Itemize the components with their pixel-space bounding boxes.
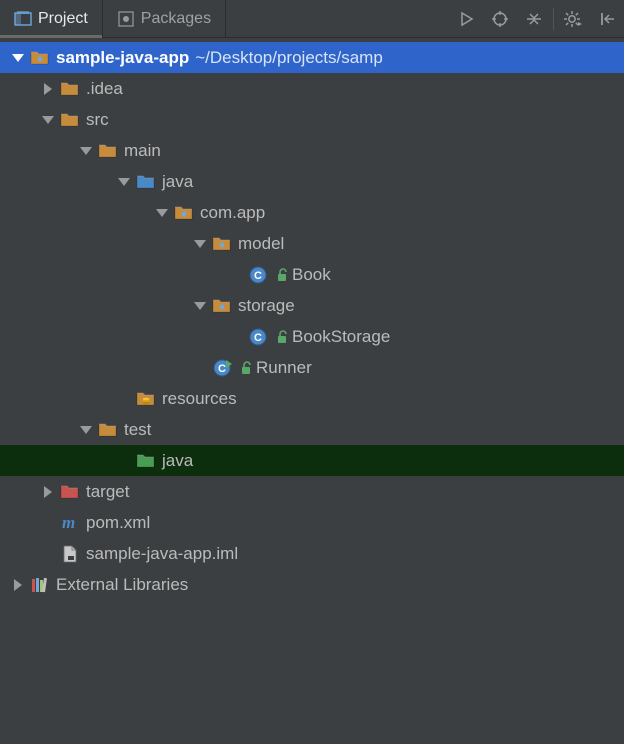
scroll-from-source-button[interactable] xyxy=(449,0,483,38)
file-icon xyxy=(60,544,80,564)
package-icon xyxy=(212,234,232,254)
tree-node-project-root[interactable]: sample-java-app ~/Desktop/projects/samp xyxy=(0,42,624,73)
folder-icon xyxy=(98,420,118,440)
tree-node-java-main[interactable]: java xyxy=(0,166,624,197)
resources-folder-icon xyxy=(136,389,156,409)
node-label: com.app xyxy=(200,203,265,223)
settings-button[interactable] xyxy=(556,0,590,38)
tree-node-target[interactable]: target xyxy=(0,476,624,507)
tree-node-pom[interactable]: pom.xml xyxy=(0,507,624,538)
maven-icon xyxy=(60,513,80,533)
folder-icon xyxy=(60,79,80,99)
excluded-folder-icon xyxy=(60,482,80,502)
node-label: main xyxy=(124,141,161,161)
unlock-icon xyxy=(276,330,288,344)
project-tree[interactable]: sample-java-app ~/Desktop/projects/samp … xyxy=(0,38,624,600)
node-label: resources xyxy=(162,389,237,409)
tree-node-model[interactable]: model xyxy=(0,228,624,259)
tree-node-storage[interactable]: storage xyxy=(0,290,624,321)
node-label: sample-java-app.iml xyxy=(86,544,238,564)
node-label: BookStorage xyxy=(292,327,390,347)
expand-arrow-icon[interactable] xyxy=(10,577,26,593)
tree-node-class-bookstorage[interactable]: BookStorage xyxy=(0,321,624,352)
runnable-class-icon xyxy=(212,358,232,378)
tree-node-java-test[interactable]: java xyxy=(0,445,624,476)
tool-window-toolbar xyxy=(449,0,624,37)
node-label: sample-java-app xyxy=(56,48,189,68)
node-label: .idea xyxy=(86,79,123,99)
node-label: pom.xml xyxy=(86,513,150,533)
expand-arrow-icon[interactable] xyxy=(78,143,94,159)
node-label: model xyxy=(238,234,284,254)
toolbar-separator xyxy=(553,8,554,30)
project-tab-icon xyxy=(14,10,32,28)
expand-arrow-icon[interactable] xyxy=(40,81,56,97)
expand-arrow-icon[interactable] xyxy=(10,50,26,66)
expand-arrow-icon[interactable] xyxy=(116,174,132,190)
node-label: src xyxy=(86,110,109,130)
tree-node-class-runner[interactable]: Runner xyxy=(0,352,624,383)
tree-node-iml[interactable]: sample-java-app.iml xyxy=(0,538,624,569)
node-path: ~/Desktop/projects/samp xyxy=(195,48,383,68)
unlock-icon xyxy=(240,361,252,375)
collapse-all-button[interactable] xyxy=(517,0,551,38)
tool-window-tabbar: Project Packages xyxy=(0,0,624,38)
class-icon xyxy=(248,327,268,347)
tree-node-external-libraries[interactable]: External Libraries xyxy=(0,569,624,600)
folder-icon xyxy=(98,141,118,161)
package-icon xyxy=(212,296,232,316)
source-folder-icon xyxy=(136,172,156,192)
node-label: java xyxy=(162,451,193,471)
tab-packages[interactable]: Packages xyxy=(103,0,226,37)
tab-label: Packages xyxy=(141,10,211,28)
expand-arrow-icon[interactable] xyxy=(78,422,94,438)
expand-arrow-icon[interactable] xyxy=(40,484,56,500)
node-label: Book xyxy=(292,265,331,285)
expand-arrow-icon[interactable] xyxy=(154,205,170,221)
tab-project[interactable]: Project xyxy=(0,0,103,37)
libraries-icon xyxy=(30,575,50,595)
node-label: target xyxy=(86,482,129,502)
packages-tab-icon xyxy=(117,10,135,28)
tree-node-test[interactable]: test xyxy=(0,414,624,445)
tree-node-src[interactable]: src xyxy=(0,104,624,135)
hide-button[interactable] xyxy=(590,0,624,38)
node-label: java xyxy=(162,172,193,192)
unlock-icon xyxy=(276,268,288,282)
tree-node-idea[interactable]: .idea xyxy=(0,73,624,104)
node-label: test xyxy=(124,420,151,440)
node-label: storage xyxy=(238,296,295,316)
class-icon xyxy=(248,265,268,285)
tree-node-package[interactable]: com.app xyxy=(0,197,624,228)
tree-node-main[interactable]: main xyxy=(0,135,624,166)
select-opened-file-button[interactable] xyxy=(483,0,517,38)
expand-arrow-icon[interactable] xyxy=(192,236,208,252)
expand-arrow-icon[interactable] xyxy=(192,298,208,314)
tree-node-resources[interactable]: resources xyxy=(0,383,624,414)
tab-label: Project xyxy=(38,10,88,28)
node-label: Runner xyxy=(256,358,312,378)
test-source-folder-icon xyxy=(136,451,156,471)
expand-arrow-icon[interactable] xyxy=(40,112,56,128)
module-folder-icon xyxy=(30,48,50,68)
package-icon xyxy=(174,203,194,223)
node-label: External Libraries xyxy=(56,575,188,595)
folder-icon xyxy=(60,110,80,130)
tree-node-class-book[interactable]: Book xyxy=(0,259,624,290)
